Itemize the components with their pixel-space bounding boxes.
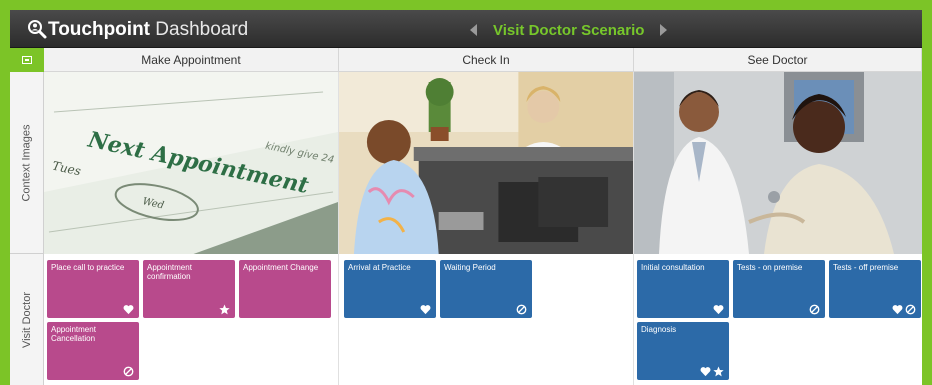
no-entry-icon	[905, 304, 916, 315]
heart-icon	[713, 305, 724, 315]
tile-arrival-at-practice[interactable]: Arrival at Practice	[344, 260, 436, 318]
heart-icon	[700, 367, 711, 377]
row-label-context-text: Context Images	[21, 123, 34, 202]
tile-label: Initial consultation	[641, 263, 705, 272]
stage-header-check-in: Check In	[339, 48, 634, 72]
stage-column-check-in: Arrival at Practice Waiting Period	[339, 72, 634, 385]
row-label-visit-doctor: Visit Doctor	[10, 254, 44, 385]
stage-column-make-appointment: Next Appointment kindly give 24 Tues Wed…	[44, 72, 339, 385]
tile-appointment-confirmation[interactable]: Appointment confirmation	[143, 260, 235, 318]
tile-diagnosis[interactable]: Diagnosis	[637, 322, 729, 380]
heart-icon	[123, 305, 134, 315]
scenario-title: Visit Doctor Scenario	[493, 21, 645, 39]
tile-label: Appointment Change	[243, 263, 319, 272]
stage-column-see-doctor: Initial consultation Tests - on premise …	[634, 72, 922, 385]
tile-label: Waiting Period	[444, 263, 496, 272]
app-title-bold: Touchpoint	[48, 19, 151, 40]
header-bar: Touchpoint Dashboard Visit Doctor Scenar…	[10, 10, 922, 48]
star-icon	[713, 366, 724, 377]
app-title-light: Dashboard	[155, 19, 249, 40]
tile-waiting-period[interactable]: Waiting Period	[440, 260, 532, 318]
heart-icon	[420, 305, 431, 315]
row-label-context-images: Context Images	[10, 72, 44, 254]
tile-place-call[interactable]: Place call to practice	[47, 260, 139, 318]
context-image-doctor-patient	[634, 72, 922, 254]
magnifier-person-icon	[28, 20, 47, 39]
no-entry-icon	[809, 304, 820, 315]
image-icon	[22, 56, 32, 64]
tile-label: Diagnosis	[641, 325, 677, 334]
stage-header-see-doctor: See Doctor	[634, 48, 922, 72]
no-entry-icon	[516, 304, 527, 315]
stage-header-make-appointment: Make Appointment	[44, 48, 339, 72]
tile-label: Appointment confirmation	[147, 263, 192, 281]
heart-icon	[892, 305, 903, 315]
dashboard-frame: Touchpoint Dashboard Visit Doctor Scenar…	[10, 10, 922, 385]
tile-label: Arrival at Practice	[348, 263, 411, 272]
scenario-switcher: Visit Doctor Scenario	[470, 21, 668, 39]
arrow-right-icon[interactable]	[660, 24, 668, 36]
arrow-left-icon[interactable]	[470, 24, 477, 36]
tile-label: Tests - on premise	[737, 263, 803, 272]
star-icon	[219, 304, 230, 315]
tile-initial-consultation[interactable]: Initial consultation	[637, 260, 729, 318]
tile-tests-off-premise[interactable]: Tests - off premise	[829, 260, 921, 318]
row-label-visit-text: Visit Doctor	[21, 291, 34, 348]
context-image-appointment-card: Next Appointment kindly give 24 Tues Wed	[44, 72, 338, 254]
no-entry-icon	[123, 366, 134, 377]
tile-label: Tests - off premise	[833, 263, 899, 272]
tile-appointment-cancellation[interactable]: Appointment Cancellation	[47, 322, 139, 380]
row-labels-column: Context Images Visit Doctor	[10, 48, 44, 385]
tile-tests-on-premise[interactable]: Tests - on premise	[733, 260, 825, 318]
app-title: Touchpoint Dashboard	[48, 19, 248, 41]
tile-appointment-change[interactable]: Appointment Change	[239, 260, 331, 318]
corner-toggle[interactable]	[10, 48, 44, 72]
tile-label: Appointment Cancellation	[51, 325, 96, 343]
context-image-reception-desk	[339, 72, 633, 254]
tile-label: Place call to practice	[51, 263, 125, 272]
